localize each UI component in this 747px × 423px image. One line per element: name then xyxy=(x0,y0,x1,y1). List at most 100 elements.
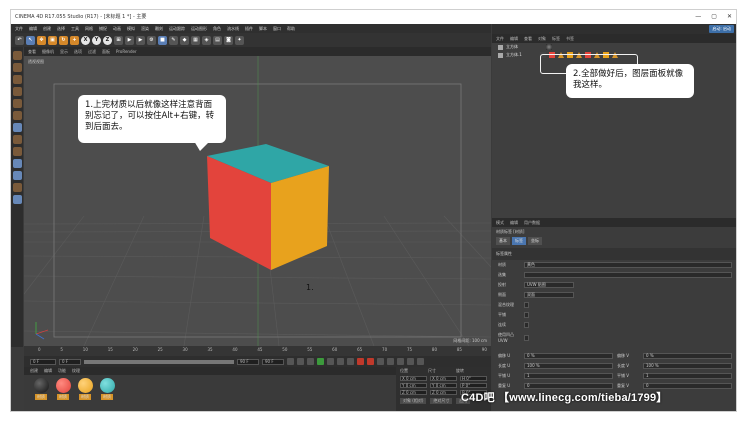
key-rotation-icon[interactable] xyxy=(397,358,404,365)
side-select[interactable]: 双面 xyxy=(524,292,574,298)
rotation-h-field[interactable]: H 0° xyxy=(460,376,487,381)
prev-key-icon[interactable] xyxy=(297,358,304,365)
menu-edit[interactable]: 编辑 xyxy=(29,24,37,33)
make-editable-icon[interactable] xyxy=(12,51,22,60)
viewport-menu-prorender[interactable]: ProRender xyxy=(116,47,137,56)
menu-sculpt[interactable]: 雕刻 xyxy=(155,24,163,33)
position-z-field[interactable]: Z 0 cm xyxy=(400,390,427,395)
viewport-menu-view[interactable]: 查看 xyxy=(28,47,36,56)
om-menu-view[interactable]: 查看 xyxy=(524,34,532,43)
autokey-icon[interactable] xyxy=(367,358,374,365)
scale-tool-icon[interactable]: ▣ xyxy=(48,35,57,45)
coord-mode-select[interactable]: 对象 (相对) xyxy=(400,398,427,404)
subdivision-icon[interactable]: ◆ xyxy=(180,35,189,45)
attr-menu-mode[interactable]: 模式 xyxy=(496,218,504,227)
workplane-icon[interactable] xyxy=(12,87,22,96)
material-swatch[interactable]: 材质 xyxy=(32,378,50,406)
model-mode-icon[interactable] xyxy=(12,63,22,72)
viewport-menu-panel[interactable]: 面板 xyxy=(102,47,110,56)
om-menu-bookmarks[interactable]: 书签 xyxy=(566,34,574,43)
menu-snap[interactable]: 捕捉 xyxy=(99,24,107,33)
snap-icon[interactable] xyxy=(12,159,22,168)
menu-plugins[interactable]: 插件 xyxy=(245,24,253,33)
length-v-field[interactable]: 100 % xyxy=(643,363,732,369)
rotation-p-field[interactable]: P 0° xyxy=(460,383,487,388)
pen-icon[interactable]: ✎ xyxy=(169,35,178,45)
menu-create[interactable]: 创建 xyxy=(43,24,51,33)
viewport-menu-filter[interactable]: 过滤 xyxy=(88,47,96,56)
attr-tab-tag[interactable]: 标签 xyxy=(512,237,526,245)
material-menu-function[interactable]: 功能 xyxy=(58,367,66,375)
x-axis-icon[interactable]: X xyxy=(81,35,90,45)
tiles-v-field[interactable]: 1 xyxy=(643,373,732,379)
position-y-field[interactable]: Y 0 cm xyxy=(400,383,427,388)
material-field[interactable]: 黄色 xyxy=(524,262,732,268)
size-x-field[interactable]: X 0 cm xyxy=(430,376,457,381)
frame-end-field[interactable]: 90 F xyxy=(237,358,259,365)
menu-script[interactable]: 脚本 xyxy=(259,24,267,33)
size-mode-select[interactable]: 绝对尺寸 xyxy=(430,398,453,404)
offset-v-field[interactable]: 0 % xyxy=(643,353,732,359)
y-axis-icon[interactable]: Y xyxy=(92,35,101,45)
frame-range-slider[interactable] xyxy=(84,359,234,364)
goto-end-icon[interactable] xyxy=(347,358,354,365)
points-mode-icon[interactable] xyxy=(12,99,22,108)
material-menu-texture[interactable]: 纹理 xyxy=(72,367,80,375)
next-key-icon[interactable] xyxy=(337,358,344,365)
viewport-menu-options[interactable]: 选项 xyxy=(74,47,82,56)
record-icon[interactable] xyxy=(357,358,364,365)
material-menu-create[interactable]: 创建 xyxy=(30,367,38,375)
seamless-checkbox[interactable] xyxy=(524,322,529,328)
locked-workplane-icon[interactable] xyxy=(12,183,22,192)
position-x-field[interactable]: X 0 cm xyxy=(400,376,427,381)
menu-window[interactable]: 窗口 xyxy=(273,24,281,33)
select-tool-icon[interactable]: ↖ xyxy=(26,35,35,45)
deformer-icon[interactable]: ◈ xyxy=(202,35,211,45)
menu-mograph[interactable]: 运动图形 xyxy=(191,24,207,33)
layout-button[interactable]: 启动: 启动 xyxy=(709,25,734,33)
close-button[interactable]: ✕ xyxy=(727,10,732,24)
om-menu-tags[interactable]: 标签 xyxy=(552,34,560,43)
menu-simulate[interactable]: 模拟 xyxy=(127,24,135,33)
menu-motion-tracker[interactable]: 运动跟踪 xyxy=(169,24,185,33)
attr-menu-edit[interactable]: 编辑 xyxy=(510,218,518,227)
material-swatch[interactable]: 材质 xyxy=(76,378,94,406)
object-row[interactable]: 立方体 xyxy=(492,43,736,51)
undo-icon[interactable]: ↶ xyxy=(15,35,24,45)
edges-mode-icon[interactable] xyxy=(12,111,22,120)
play-icon[interactable] xyxy=(317,358,324,365)
polygons-mode-icon[interactable] xyxy=(12,123,22,132)
menu-tools[interactable]: 工具 xyxy=(71,24,79,33)
viewport-menu-cameras[interactable]: 摄像机 xyxy=(42,47,54,56)
tiles-u-field[interactable]: 1 xyxy=(524,373,613,379)
attr-tab-basic[interactable]: 基本 xyxy=(496,237,510,245)
maximize-button[interactable]: ▢ xyxy=(711,10,717,24)
goto-start-icon[interactable] xyxy=(287,358,294,365)
tweak-mode-icon[interactable] xyxy=(12,147,22,156)
selection-field[interactable] xyxy=(524,272,732,278)
mix-textures-checkbox[interactable] xyxy=(524,302,529,308)
size-y-field[interactable]: Y 0 cm xyxy=(430,383,457,388)
next-frame-icon[interactable] xyxy=(327,358,334,365)
om-menu-edit[interactable]: 编辑 xyxy=(510,34,518,43)
key-scale-icon[interactable] xyxy=(407,358,414,365)
frame-start-field[interactable]: 0 F xyxy=(30,358,56,365)
move-tool-icon[interactable]: ✥ xyxy=(37,35,46,45)
axis-mode-icon[interactable] xyxy=(12,135,22,144)
planar-workplane-icon[interactable] xyxy=(12,195,22,204)
menu-pipeline[interactable]: 流水线 xyxy=(227,24,239,33)
soft-selection-icon[interactable] xyxy=(12,171,22,180)
render-settings-icon[interactable]: ⚙ xyxy=(147,35,156,45)
camera-icon[interactable]: ◙ xyxy=(224,35,233,45)
menu-file[interactable]: 文件 xyxy=(15,24,23,33)
om-menu-objects[interactable]: 对象 xyxy=(538,34,546,43)
material-tag-icon[interactable] xyxy=(546,44,552,50)
render-view-icon[interactable]: ▶ xyxy=(125,35,134,45)
attr-tab-coord[interactable]: 坐标 xyxy=(528,237,542,245)
material-swatch[interactable]: 材质 xyxy=(54,378,72,406)
minimize-button[interactable]: — xyxy=(695,10,701,24)
attr-menu-userdata[interactable]: 用户数据 xyxy=(524,218,540,227)
z-axis-icon[interactable]: Z xyxy=(103,35,112,45)
om-menu-file[interactable]: 文件 xyxy=(496,34,504,43)
rotate-tool-icon[interactable]: ↻ xyxy=(59,35,68,45)
